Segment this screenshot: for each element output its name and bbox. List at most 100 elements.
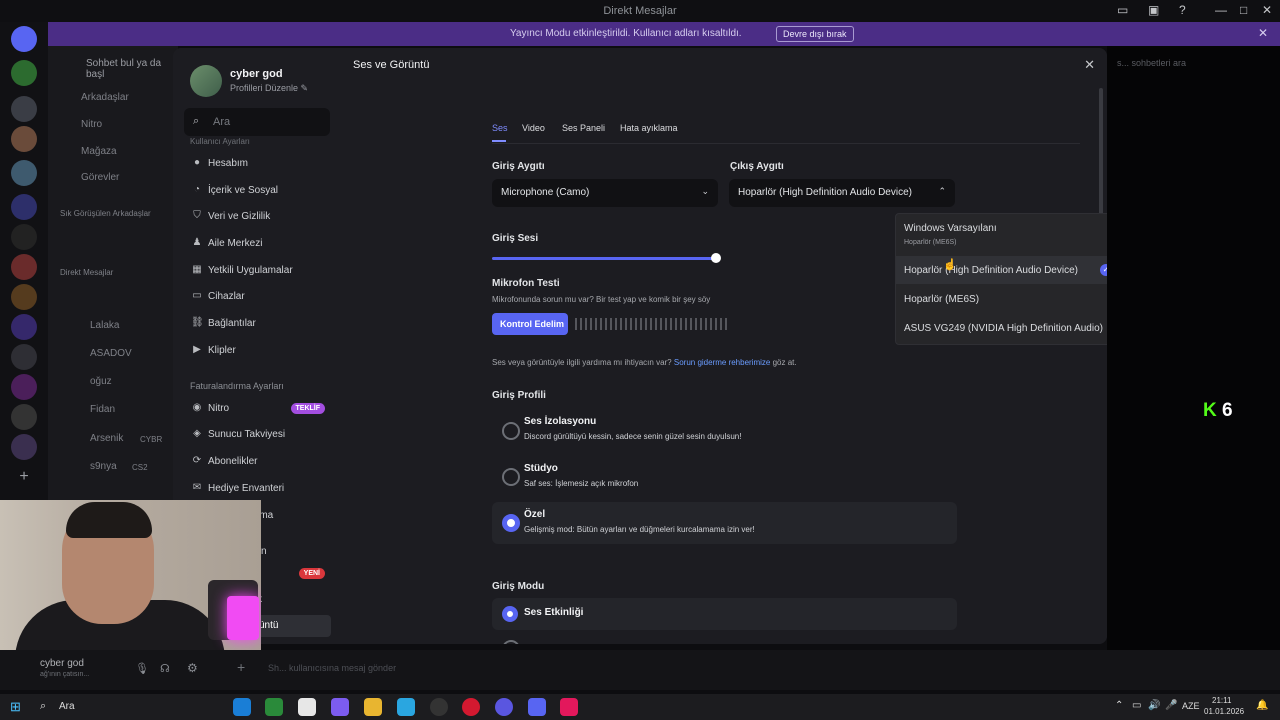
- discord-home-icon[interactable]: [11, 26, 37, 52]
- menu-item[interactable]: ASUS VG249 (NVIDIA High Definition Audio…: [896, 314, 1107, 342]
- dm-entry[interactable]: s9nya: [90, 461, 117, 472]
- nav-veri[interactable]: ⛉ Veri ve Gizlilik: [189, 206, 331, 228]
- radio-button[interactable]: [502, 422, 520, 440]
- mic-icon[interactable]: 🎙: [135, 662, 149, 675]
- server-icon[interactable]: [11, 314, 37, 340]
- store-icon[interactable]: [265, 698, 283, 716]
- language-indicator[interactable]: AZE: [1182, 701, 1200, 711]
- taskbar-search[interactable]: Ara: [59, 701, 75, 712]
- server-icon[interactable]: [11, 224, 37, 250]
- nav-abonelikler[interactable]: ⟳ Abonelikler: [189, 451, 331, 473]
- nav-icerik[interactable]: ◔ İçerik ve Sosyal: [189, 180, 331, 202]
- server-icon[interactable]: [11, 160, 37, 186]
- settings-search[interactable]: ⌕ Ara: [184, 108, 330, 136]
- edit-profiles-link[interactable]: Profilleri Düzenle ✎: [230, 83, 308, 94]
- radio-button[interactable]: [502, 468, 520, 486]
- profile-option[interactable]: Ses İzolasyonu Discord gürültüyü kessin,…: [492, 409, 957, 451]
- file-explorer-icon[interactable]: [364, 698, 382, 716]
- server-icon[interactable]: [11, 254, 37, 280]
- avatar[interactable]: [190, 65, 222, 97]
- dm-entry[interactable]: ASADOV: [90, 348, 132, 359]
- close-window-icon[interactable]: ✕: [1262, 3, 1272, 17]
- server-icon[interactable]: [11, 284, 37, 310]
- volume-icon[interactable]: 🔊: [1148, 700, 1160, 711]
- copilot-icon[interactable]: [331, 698, 349, 716]
- menu-item[interactable]: Hoparlör (ME6S): [896, 285, 1107, 313]
- nav-hediye[interactable]: ✉ Hediye Envanteri: [189, 478, 331, 500]
- menu-item-selected[interactable]: Hoparlör (High Definition Audio Device) …: [896, 256, 1107, 284]
- input-mode-option[interactable]: Ses Etkinliği: [492, 598, 957, 630]
- dm-search[interactable]: Sohbet bul ya da başl: [86, 58, 178, 80]
- clock-date[interactable]: 01.01.2026: [1204, 707, 1244, 716]
- inbox-icon[interactable]: ▭: [1117, 3, 1128, 17]
- nav-aile[interactable]: ♟ Aile Merkezi: [189, 233, 331, 255]
- dm-item[interactable]: Görevler: [81, 172, 119, 183]
- dm-item[interactable]: Mağaza: [81, 146, 117, 157]
- minimize-icon[interactable]: —: [1215, 3, 1227, 17]
- output-device-select[interactable]: Hoparlör (High Definition Audio Device) …: [729, 179, 955, 207]
- nav-takviye[interactable]: ◈ Sunucu Takviyesi: [189, 424, 331, 446]
- tray-mic-icon[interactable]: 🎤: [1165, 700, 1177, 711]
- nav-klipler[interactable]: ▶ Klipler: [189, 340, 331, 362]
- taskbar-search-icon[interactable]: ⌕: [40, 700, 46, 713]
- server-icon[interactable]: [11, 194, 37, 220]
- input-device-select[interactable]: Microphone (Camo) ⌄: [492, 179, 718, 207]
- server-icon[interactable]: [11, 126, 37, 152]
- nav-nitro[interactable]: ◉ Nitro TEKLİF: [189, 398, 331, 420]
- radio-button-selected[interactable]: [502, 514, 520, 532]
- profile-option-selected[interactable]: Özel Gelişmiş mod: Bütün ayarları ve düğ…: [492, 502, 957, 544]
- tray-chevron-icon[interactable]: ⌃: [1115, 700, 1123, 711]
- dm-item[interactable]: Arkadaşlar: [81, 92, 129, 103]
- nav-baglantilar[interactable]: ⛓ Bağlantılar: [189, 313, 331, 335]
- app-icon[interactable]: [495, 698, 513, 716]
- radio-button[interactable]: [502, 640, 520, 644]
- tab-ses-paneli[interactable]: Ses Paneli: [562, 123, 605, 133]
- dm-entry[interactable]: Arsenik: [90, 433, 123, 444]
- clock-time[interactable]: 21:11: [1212, 696, 1231, 705]
- dm-entry[interactable]: Lalaka: [90, 320, 119, 331]
- opera-icon[interactable]: [462, 698, 480, 716]
- menu-item-default[interactable]: Windows Varsayılanı Hoparlör (ME6S): [896, 214, 1107, 254]
- input-volume-knob[interactable]: [711, 253, 721, 263]
- notification-icon[interactable]: 🔔: [1256, 700, 1268, 711]
- dm-entry[interactable]: Fidan: [90, 404, 115, 415]
- nav-hesabim[interactable]: ● Hesabım: [189, 153, 331, 175]
- discord-taskbar-icon[interactable]: [528, 698, 546, 716]
- add-attachment-icon[interactable]: +: [237, 659, 245, 675]
- tab-ses[interactable]: Ses: [492, 123, 508, 133]
- banner-close-icon[interactable]: ✕: [1258, 26, 1268, 40]
- profile-option[interactable]: Stüdyo Saf ses: İşlemesiz açık mikrofon: [492, 456, 957, 498]
- help-icon[interactable]: ?: [1179, 3, 1186, 17]
- nav-yetkili[interactable]: ▦ Yetkili Uygulamalar: [189, 260, 331, 282]
- edge-icon[interactable]: [233, 698, 251, 716]
- nav-cihazlar[interactable]: ▭ Cihazlar: [189, 286, 331, 308]
- right-search[interactable]: s... sohbetleri ara: [1117, 58, 1186, 68]
- capcut-icon[interactable]: [298, 698, 316, 716]
- disable-streamer-button[interactable]: Devre dışı bırak: [776, 26, 854, 42]
- server-icon[interactable]: [11, 404, 37, 430]
- tab-video[interactable]: Video: [522, 123, 545, 133]
- server-icon[interactable]: [11, 96, 37, 122]
- tiktok-icon[interactable]: [560, 698, 578, 716]
- tray-icon[interactable]: ▭: [1132, 700, 1141, 711]
- windows-start-icon[interactable]: ⊞: [10, 699, 21, 715]
- radio-button-selected[interactable]: [502, 606, 518, 622]
- headphones-icon[interactable]: ☊: [160, 662, 170, 675]
- mic-test-button[interactable]: Kontrol Edelim: [492, 313, 568, 335]
- close-icon[interactable]: ✕: [1084, 57, 1095, 73]
- dm-entry[interactable]: oğuz: [90, 376, 112, 387]
- input-volume-slider[interactable]: [492, 257, 715, 260]
- screen-icon[interactable]: ▣: [1148, 3, 1159, 17]
- maximize-icon[interactable]: □: [1240, 3, 1247, 17]
- help-link[interactable]: Sorun giderme rehberimize: [674, 358, 771, 367]
- server-icon[interactable]: [11, 374, 37, 400]
- server-icon[interactable]: [11, 60, 37, 86]
- gear-icon[interactable]: ⚙: [187, 661, 198, 675]
- tab-hata[interactable]: Hata ayıklama: [620, 123, 678, 133]
- dm-item[interactable]: Nitro: [81, 119, 102, 130]
- obs-icon[interactable]: [430, 698, 448, 716]
- server-icon[interactable]: [11, 344, 37, 370]
- add-server-icon[interactable]: +: [11, 468, 37, 494]
- server-icon[interactable]: [11, 434, 37, 460]
- message-input[interactable]: Sh... kullanıcısına mesaj gönder: [268, 663, 396, 673]
